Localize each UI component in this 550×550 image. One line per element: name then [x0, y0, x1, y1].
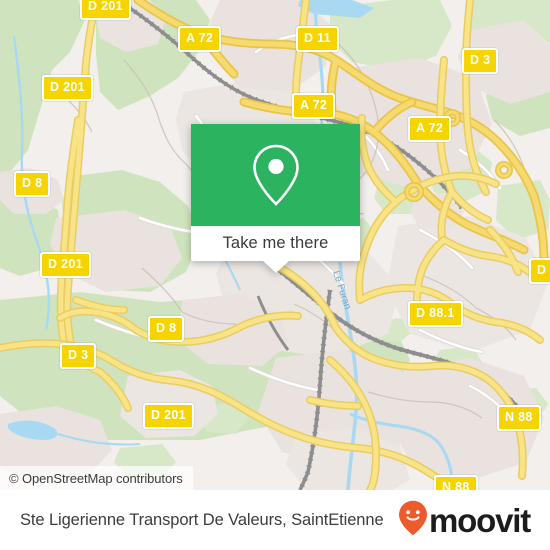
footer-bar: Ste Ligerienne Transport De Valeurs, Sai… — [0, 490, 550, 550]
road-shield: D 88.1 — [408, 301, 463, 327]
road-shield: A 72 — [178, 26, 222, 52]
road-shield: D 3 — [462, 48, 499, 74]
road-shield: D 201 — [143, 403, 194, 429]
map-popup-card[interactable]: Take me there — [191, 124, 360, 273]
popup-tail — [262, 261, 289, 273]
road-shield: N 88 — [434, 475, 478, 490]
road-shield: D 3 — [60, 343, 97, 369]
road-shield: N 88 — [497, 405, 541, 431]
app-screen: .forest { fill:#cfe4be; } .forest2 { fil… — [0, 0, 550, 550]
osm-attribution-text: © OpenStreetMap contributors — [9, 470, 183, 486]
road-shield: D 11 — [296, 26, 339, 52]
place-title: Ste Ligerienne Transport De Valeurs, Sai… — [20, 510, 384, 529]
road-shield: D 8 — [148, 316, 185, 342]
osm-attribution: © OpenStreetMap contributors — [0, 466, 193, 490]
popup-header — [191, 124, 360, 226]
popup-action[interactable]: Take me there — [191, 226, 360, 273]
road-shield: D 201 — [42, 75, 93, 101]
take-me-there-label: Take me there — [222, 234, 329, 252]
road-shield: D — [529, 258, 550, 284]
road-shield: D 201 — [80, 0, 131, 20]
road-shield: D 8 — [14, 171, 51, 197]
location-pin-icon — [249, 143, 303, 207]
road-shield: A 72 — [408, 116, 452, 142]
moovit-smiley-pin-icon — [398, 500, 428, 541]
moovit-brand[interactable]: moovit — [398, 500, 531, 541]
road-shield: A 72 — [292, 93, 336, 119]
moovit-wordmark: moovit — [429, 501, 531, 539]
road-shield: D 201 — [40, 252, 91, 278]
